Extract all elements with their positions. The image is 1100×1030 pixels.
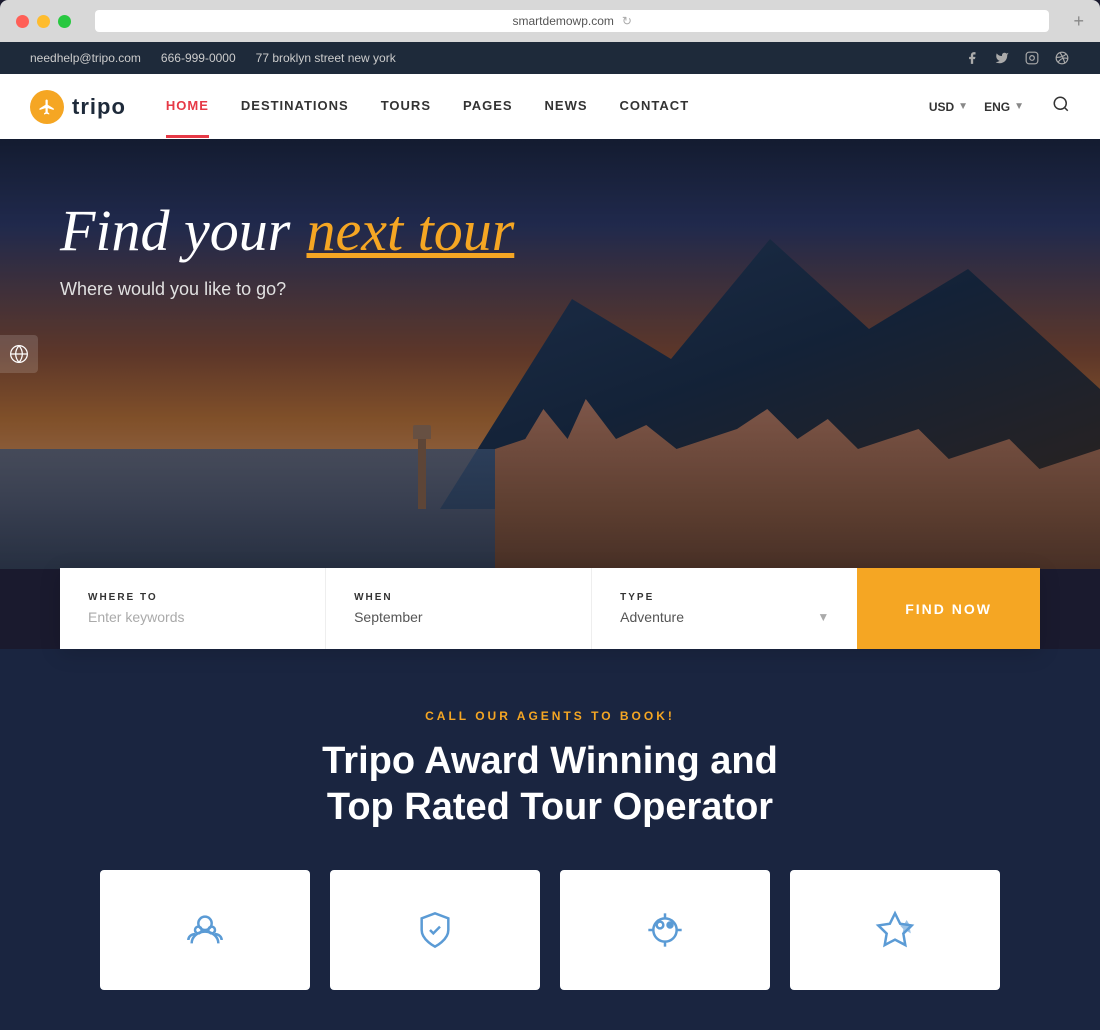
headline-part2: next tour — [306, 198, 514, 263]
hero-subheading: Where would you like to go? — [60, 279, 514, 300]
where-to-placeholder: Enter keywords — [88, 609, 184, 625]
logo-text: tripo — [72, 94, 126, 120]
logo[interactable]: tripo — [30, 90, 126, 124]
top-bar-contact: needhelp@tripo.com 666-999-0000 77 brokl… — [30, 51, 396, 65]
language-arrow: ▼ — [1014, 101, 1024, 112]
new-tab-button[interactable]: + — [1073, 11, 1084, 32]
language-dropdown[interactable]: ENG ▼ — [984, 100, 1024, 114]
close-dot[interactable] — [16, 15, 29, 28]
star-icon — [875, 910, 915, 950]
nav-right-controls: USD ▼ ENG ▼ — [929, 95, 1070, 118]
top-info-bar: needhelp@tripo.com 666-999-0000 77 brokl… — [0, 42, 1100, 74]
shield-icon — [415, 910, 455, 950]
headline-part1: Find your — [60, 198, 290, 263]
hero-section: Find your next tour Where would you like… — [0, 139, 1100, 569]
feature-card-person — [100, 870, 310, 990]
feature-card-shield — [330, 870, 540, 990]
nav-item-destinations[interactable]: DESTINATIONS — [241, 76, 349, 138]
email-text: needhelp@tripo.com — [30, 51, 141, 65]
twitter-icon[interactable] — [994, 50, 1010, 66]
type-field[interactable]: TYPE Adventure ▼ — [592, 568, 857, 649]
type-dropdown-arrow: ▼ — [817, 610, 829, 624]
social-icons — [964, 50, 1070, 66]
when-label: WHEN — [354, 592, 563, 603]
phone-text: 666-999-0000 — [161, 51, 236, 65]
where-to-label: WHERE TO — [88, 592, 297, 603]
lower-section: CALL OUR AGENTS TO BOOK! Tripo Award Win… — [0, 649, 1100, 1030]
accessibility-badge[interactable] — [0, 335, 38, 373]
browser-window: smartdemowp.com ↻ + needhelp@tripo.com 6… — [0, 0, 1100, 1030]
nav-menu: HOME DESTINATIONS TOURS PAGES NEWS CONTA… — [166, 76, 929, 138]
dribbble-icon[interactable] — [1054, 50, 1070, 66]
browser-titlebar: smartdemowp.com ↻ + — [0, 0, 1100, 42]
nav-item-contact[interactable]: CONTACT — [620, 76, 690, 138]
maximize-dot[interactable] — [58, 15, 71, 28]
nav-item-tours[interactable]: TOURS — [381, 76, 431, 138]
where-to-input[interactable]: Enter keywords — [88, 609, 297, 625]
url-text: smartdemowp.com — [513, 14, 614, 28]
nav-item-home[interactable]: HOME — [166, 76, 209, 138]
cta-label: CALL OUR AGENTS TO BOOK! — [30, 709, 1070, 723]
search-bar: WHERE TO Enter keywords WHEN September T… — [60, 568, 1040, 649]
when-field[interactable]: WHEN September — [326, 568, 592, 649]
refresh-icon[interactable]: ↻ — [622, 14, 632, 28]
address-bar[interactable]: smartdemowp.com ↻ — [95, 10, 1049, 32]
main-navigation: tripo HOME DESTINATIONS TOURS PAGES NEWS… — [0, 74, 1100, 139]
find-now-label: FIND NOW — [905, 601, 992, 617]
currency-arrow: ▼ — [958, 101, 968, 112]
language-value: ENG — [984, 100, 1010, 114]
facebook-icon[interactable] — [964, 50, 980, 66]
feature-card-tag — [560, 870, 770, 990]
type-select[interactable]: Adventure ▼ — [620, 609, 829, 625]
currency-dropdown[interactable]: USD ▼ — [929, 100, 968, 114]
type-value: Adventure — [620, 609, 684, 625]
hero-headline: Find your next tour — [60, 199, 514, 263]
where-to-field[interactable]: WHERE TO Enter keywords — [60, 568, 326, 649]
instagram-icon[interactable] — [1024, 50, 1040, 66]
type-label: TYPE — [620, 592, 829, 603]
nav-item-pages[interactable]: PAGES — [463, 76, 513, 138]
feature-cards — [30, 870, 1070, 990]
main-heading: Tripo Award Winning and Top Rated Tour O… — [290, 739, 810, 830]
when-value: September — [354, 609, 422, 625]
feature-card-star — [790, 870, 1000, 990]
currency-value: USD — [929, 100, 954, 114]
minimize-dot[interactable] — [37, 15, 50, 28]
tag-icon — [645, 910, 685, 950]
search-icon[interactable] — [1052, 95, 1070, 118]
address-text: 77 broklyn street new york — [256, 51, 396, 65]
when-input[interactable]: September — [354, 609, 563, 625]
find-now-button[interactable]: FIND NOW — [857, 568, 1040, 649]
person-icon — [185, 910, 225, 950]
hero-content: Find your next tour Where would you like… — [60, 199, 514, 300]
logo-icon — [30, 90, 64, 124]
nav-item-news[interactable]: NEWS — [545, 76, 588, 138]
